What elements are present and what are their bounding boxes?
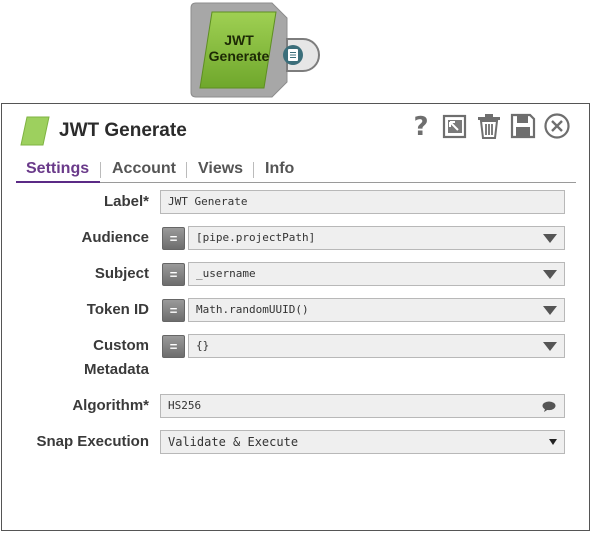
save-icon — [510, 113, 536, 139]
help-icon: ? — [413, 112, 428, 142]
token-id-field-label: Token ID — [86, 301, 149, 318]
delete-button[interactable] — [475, 112, 503, 140]
svg-text:?: ? — [413, 112, 428, 140]
custom-metadata-input[interactable]: {} — [188, 334, 565, 358]
custom-metadata-label-line2: Metadata — [83, 361, 149, 378]
label-input[interactable]: JWT Generate — [160, 190, 565, 214]
dialog-tabs: Settings Account Views Info — [16, 160, 576, 183]
label-field-label: Label* — [103, 193, 149, 210]
tab-views[interactable]: Views — [198, 160, 243, 182]
snap-node-title: JWT Generate — [208, 32, 270, 64]
tab-info[interactable]: Info — [265, 160, 294, 182]
chevron-down-icon[interactable] — [549, 439, 557, 445]
token-id-expression-toggle[interactable]: = — [162, 299, 185, 322]
subject-field-label: Subject — [94, 265, 149, 282]
snap-type-icon — [20, 116, 50, 146]
help-button[interactable]: ? — [407, 112, 435, 142]
audience-input[interactable]: [pipe.projectPath] — [188, 226, 565, 250]
dialog-title: JWT Generate — [59, 120, 187, 141]
dropdown-arrow-icon[interactable] — [543, 342, 557, 351]
export-icon — [442, 114, 467, 139]
audience-field-label: Audience — [81, 229, 149, 246]
tab-settings[interactable]: Settings — [26, 160, 89, 182]
trash-icon — [478, 114, 500, 139]
subject-input[interactable]: _username — [188, 262, 565, 286]
custom-metadata-expression-toggle[interactable]: = — [162, 335, 185, 358]
save-button[interactable] — [509, 112, 537, 140]
export-button[interactable] — [441, 112, 469, 140]
dropdown-arrow-icon[interactable] — [543, 270, 557, 279]
jwt-generate-snap-node[interactable]: JWT Generate — [190, 2, 325, 100]
tab-separator — [100, 162, 101, 178]
output-view-port-icon[interactable] — [277, 37, 321, 73]
close-button[interactable] — [543, 112, 571, 140]
snap-execution-field-label: Snap Execution — [36, 433, 149, 450]
dropdown-arrow-icon[interactable] — [543, 234, 557, 243]
audience-expression-toggle[interactable]: = — [162, 227, 185, 250]
active-tab-indicator — [16, 181, 100, 183]
snap-settings-dialog: JWT Generate ? Settings Account Views In… — [1, 103, 590, 531]
subject-expression-toggle[interactable]: = — [162, 263, 185, 286]
custom-metadata-label-line1: Custom — [93, 337, 149, 354]
close-icon — [544, 113, 570, 139]
suggestion-bubble-icon[interactable] — [542, 401, 556, 412]
tab-separator — [253, 162, 254, 178]
tab-account[interactable]: Account — [112, 160, 176, 182]
algorithm-input[interactable]: HS256 — [160, 394, 565, 418]
tab-separator — [186, 162, 187, 178]
snap-execution-select[interactable]: Validate & Execute — [160, 430, 565, 454]
dropdown-arrow-icon[interactable] — [543, 306, 557, 315]
algorithm-field-label: Algorithm* — [72, 397, 149, 414]
token-id-input[interactable]: Math.randomUUID() — [188, 298, 565, 322]
